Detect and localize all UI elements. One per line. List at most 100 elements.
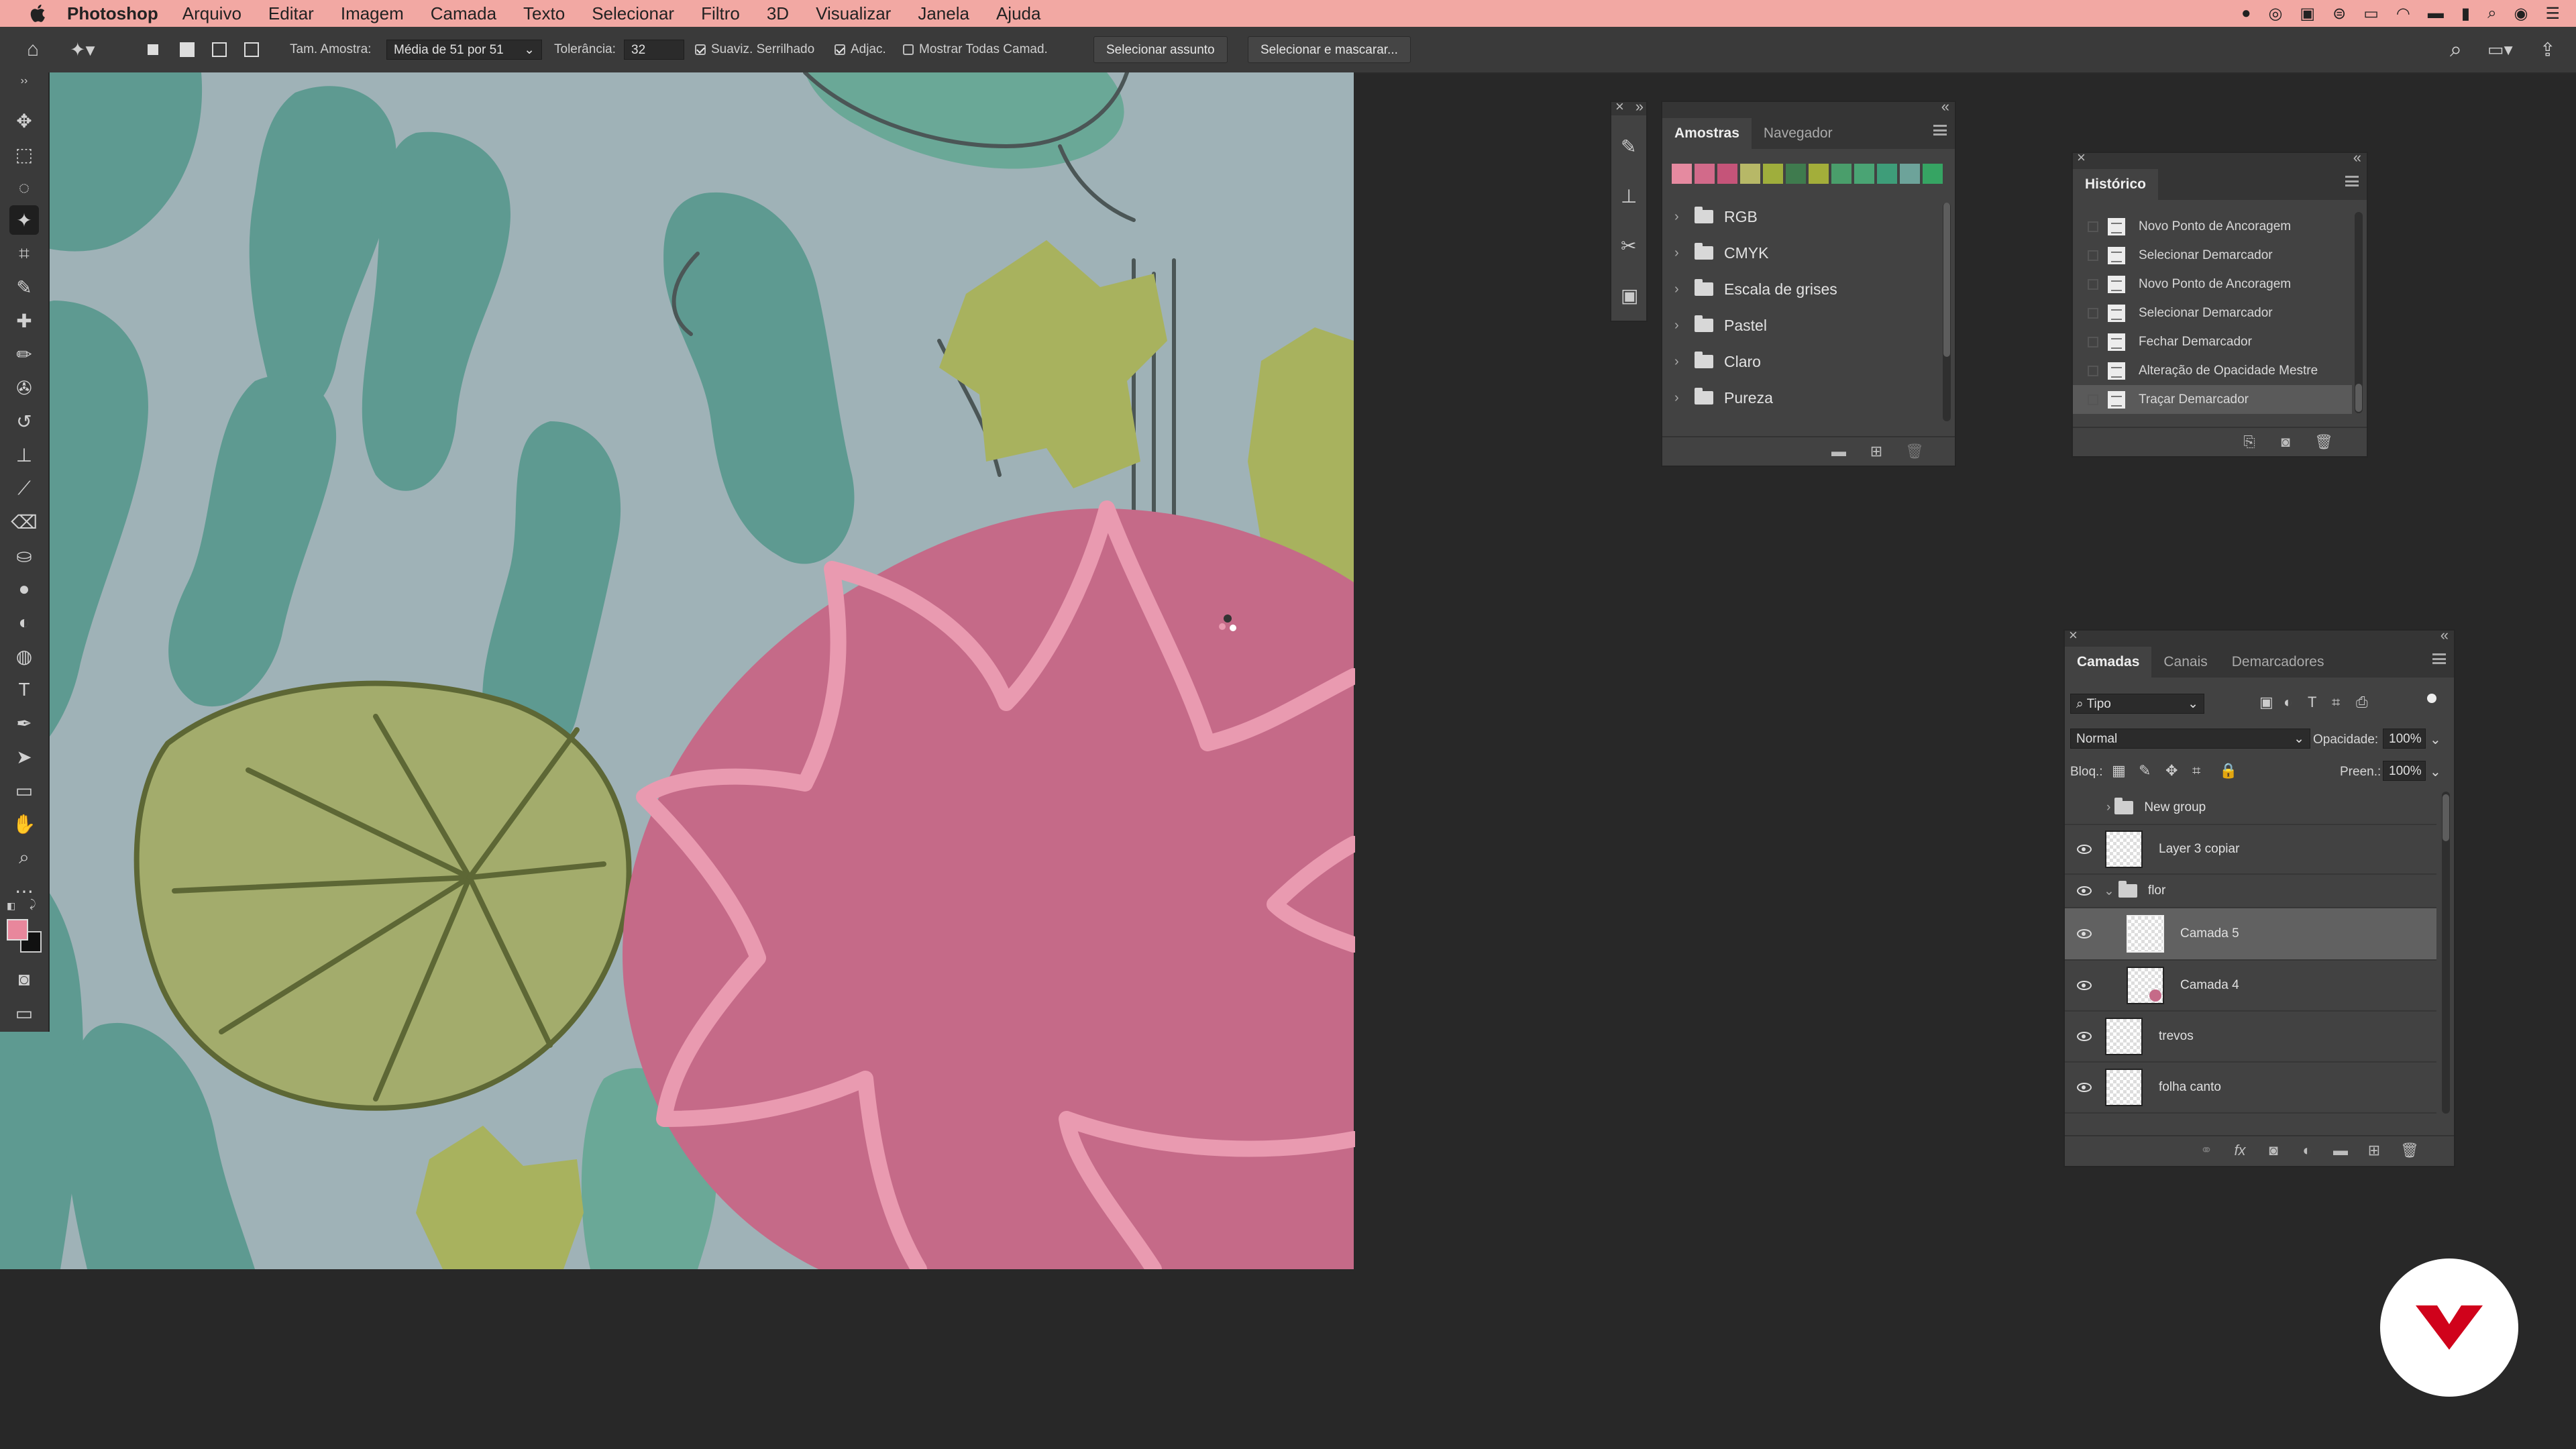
history-snapshot-box[interactable] <box>2088 221 2098 232</box>
magic-wand-tool-icon[interactable]: ✦ <box>9 205 39 235</box>
fill-input[interactable]: 100% <box>2383 761 2426 781</box>
camera-icon[interactable]: ◙ <box>2278 435 2293 449</box>
layer-row-camada-4[interactable]: Camada 4 <box>2065 961 2436 1012</box>
screen-mirror-icon[interactable]: ▭ <box>2363 4 2379 23</box>
opacity-input[interactable]: 100% <box>2383 729 2426 749</box>
path-selection-tool-icon[interactable]: ➤ <box>9 742 39 771</box>
history-snapshot-box[interactable] <box>2088 394 2098 405</box>
antialias-checkbox[interactable]: Suaviz. Serrilhado <box>695 42 814 57</box>
adjustment-layer-icon[interactable]: ◐ <box>2300 1143 2314 1158</box>
tab-canais[interactable]: Canais <box>2151 647 2219 678</box>
stamp-tool-icon[interactable]: ⊥ <box>9 440 39 470</box>
new-document-from-state-icon[interactable]: ⎘ <box>2242 435 2257 449</box>
new-group-icon[interactable]: ▬ <box>1831 444 1846 459</box>
history-snapshot-box[interactable] <box>2088 336 2098 347</box>
swatch-folder-cmyk[interactable]: › CMYK <box>1674 235 1768 271</box>
tab-camadas[interactable]: Camadas <box>2065 647 2152 678</box>
hand-tool-icon[interactable]: ✋ <box>9 809 39 839</box>
marquee-tool-icon[interactable]: ⬚ <box>9 140 39 169</box>
history-item[interactable]: Alteração de Opacidade Mestre <box>2073 356 2352 385</box>
foreground-color-swatch[interactable] <box>7 919 28 941</box>
close-icon[interactable]: × <box>2077 149 2086 166</box>
menu-camada[interactable]: Camada <box>431 3 496 24</box>
libraries-icon[interactable]: ▣ <box>1621 284 1638 307</box>
visibility-toggle-icon[interactable] <box>2077 929 2092 938</box>
color-swatch[interactable] <box>1809 164 1829 184</box>
filter-smart-object-icon[interactable]: ⎙ <box>2356 694 2368 711</box>
lock-transparent-icon[interactable]: ▦ <box>2112 762 2126 780</box>
history-item[interactable]: Fechar Demarcador <box>2073 327 2352 356</box>
lock-all-icon[interactable]: 🔒 <box>2219 762 2237 780</box>
siri-icon[interactable]: ◉ <box>2514 4 2528 23</box>
rectangle-tool-icon[interactable]: ▭ <box>9 775 39 805</box>
menu-janela[interactable]: Janela <box>918 3 969 24</box>
collapse-panel-icon[interactable]: « <box>1941 98 1949 115</box>
tab-historico[interactable]: Histórico <box>2073 169 2159 200</box>
battery-icon[interactable]: ▮ <box>2461 4 2470 23</box>
layer-filter-select[interactable]: ⌕ Tipo ⌄ <box>2070 694 2204 714</box>
swatch-folder-pureza[interactable]: › Pureza <box>1674 380 1773 416</box>
input-flag-icon[interactable]: ▬ <box>2428 4 2444 23</box>
collapse-panel-icon[interactable]: « <box>2353 149 2361 166</box>
scroll-thumb[interactable] <box>2355 384 2362 412</box>
lock-artboard-icon[interactable]: ⌗ <box>2192 762 2200 780</box>
history-scrollbar[interactable] <box>2355 212 2363 413</box>
history-item[interactable]: Novo Ponto de Ancoragem <box>2073 212 2352 241</box>
filter-type-icon[interactable]: T <box>2308 694 2316 711</box>
app-menu-photoshop[interactable]: Photoshop <box>67 3 158 24</box>
scroll-thumb[interactable] <box>2443 794 2449 841</box>
screen-mode-icon[interactable]: ▭ <box>9 998 39 1028</box>
move-tool-icon[interactable]: ✥ <box>9 106 39 136</box>
share-icon[interactable]: ⇪ <box>2540 39 2555 61</box>
chevron-right-icon[interactable]: › <box>2106 800 2110 815</box>
menu-visualizar[interactable]: Visualizar <box>816 3 891 24</box>
tab-navegador[interactable]: Navegador <box>1752 118 1845 149</box>
layer-row-camada-5[interactable]: Camada 5 <box>2065 908 2436 961</box>
lock-position-icon[interactable]: ✥ <box>2165 762 2178 780</box>
panel-menu-icon[interactable] <box>2345 176 2359 186</box>
filter-adjustment-icon[interactable]: ◐ <box>2284 694 2292 711</box>
history-item[interactable]: Novo Ponto de Ancoragem <box>2073 270 2352 299</box>
eyedropper-tool-icon[interactable]: ✎ <box>9 272 39 302</box>
sample-size-select[interactable]: Média de 51 por 51 ⌄ <box>386 40 542 60</box>
pen-tool-icon[interactable]: ✒ <box>9 708 39 738</box>
add-mask-icon[interactable]: ◙ <box>2266 1143 2281 1158</box>
apple-icon[interactable] <box>27 2 50 25</box>
brush-tool-icon[interactable]: ✏ <box>9 339 39 369</box>
clone-source-icon[interactable]: ⊥ <box>1621 185 1637 207</box>
color-swatch[interactable] <box>1900 164 1920 184</box>
history-item[interactable]: Selecionar Demarcador <box>2073 241 2352 270</box>
filter-shape-icon[interactable]: ⌗ <box>2332 694 2340 711</box>
new-layer-icon[interactable]: ⊞ <box>2367 1143 2381 1158</box>
collapse-panel-icon[interactable]: « <box>2440 627 2449 644</box>
add-selection-icon[interactable] <box>180 42 195 57</box>
home-icon[interactable]: ⌂ <box>27 38 39 61</box>
history-snapshot-box[interactable] <box>2088 307 2098 319</box>
tool-presets-icon[interactable]: ✂ <box>1621 235 1636 257</box>
close-icon[interactable]: × <box>1615 98 1624 115</box>
history-item[interactable]: Selecionar Demarcador <box>2073 299 2352 327</box>
menu-3d[interactable]: 3D <box>767 3 789 24</box>
wifi-icon[interactable]: ◠ <box>2396 4 2410 23</box>
expand-icon[interactable]: » <box>1635 98 1644 115</box>
layer-row-folha-canto[interactable]: folha canto <box>2065 1063 2436 1114</box>
visibility-toggle-icon[interactable] <box>2077 1032 2092 1041</box>
filter-toggle-icon[interactable] <box>2427 694 2436 703</box>
delete-icon[interactable]: 🗑 <box>2400 1143 2419 1158</box>
fill-chevron-icon[interactable]: ⌄ <box>2430 763 2441 780</box>
color-swatch[interactable] <box>1786 164 1806 184</box>
crop-tool-icon[interactable]: ⌗ <box>9 239 39 268</box>
media-icon[interactable]: ⊜ <box>2332 4 2346 23</box>
panel-menu-icon[interactable] <box>2432 653 2446 664</box>
new-selection-icon[interactable] <box>148 44 158 55</box>
panel-menu-icon[interactable] <box>1933 125 1947 136</box>
layer-row-flor[interactable]: ⌄ flor <box>2065 875 2436 908</box>
color-swatch[interactable] <box>1923 164 1943 184</box>
subtract-selection-icon[interactable] <box>212 42 227 57</box>
paint-bucket-tool-icon[interactable]: ⛀ <box>9 541 39 570</box>
swap-colors-icon[interactable]: ⤸ <box>30 899 36 911</box>
visibility-toggle-icon[interactable] <box>2077 803 2092 812</box>
layer-row-layer-3-copiar[interactable]: Layer 3 copiar <box>2065 825 2436 875</box>
quick-mask-icon[interactable]: ◙ <box>9 965 39 994</box>
swatch-folder-grayscale[interactable]: › Escala de grises <box>1674 271 1837 307</box>
